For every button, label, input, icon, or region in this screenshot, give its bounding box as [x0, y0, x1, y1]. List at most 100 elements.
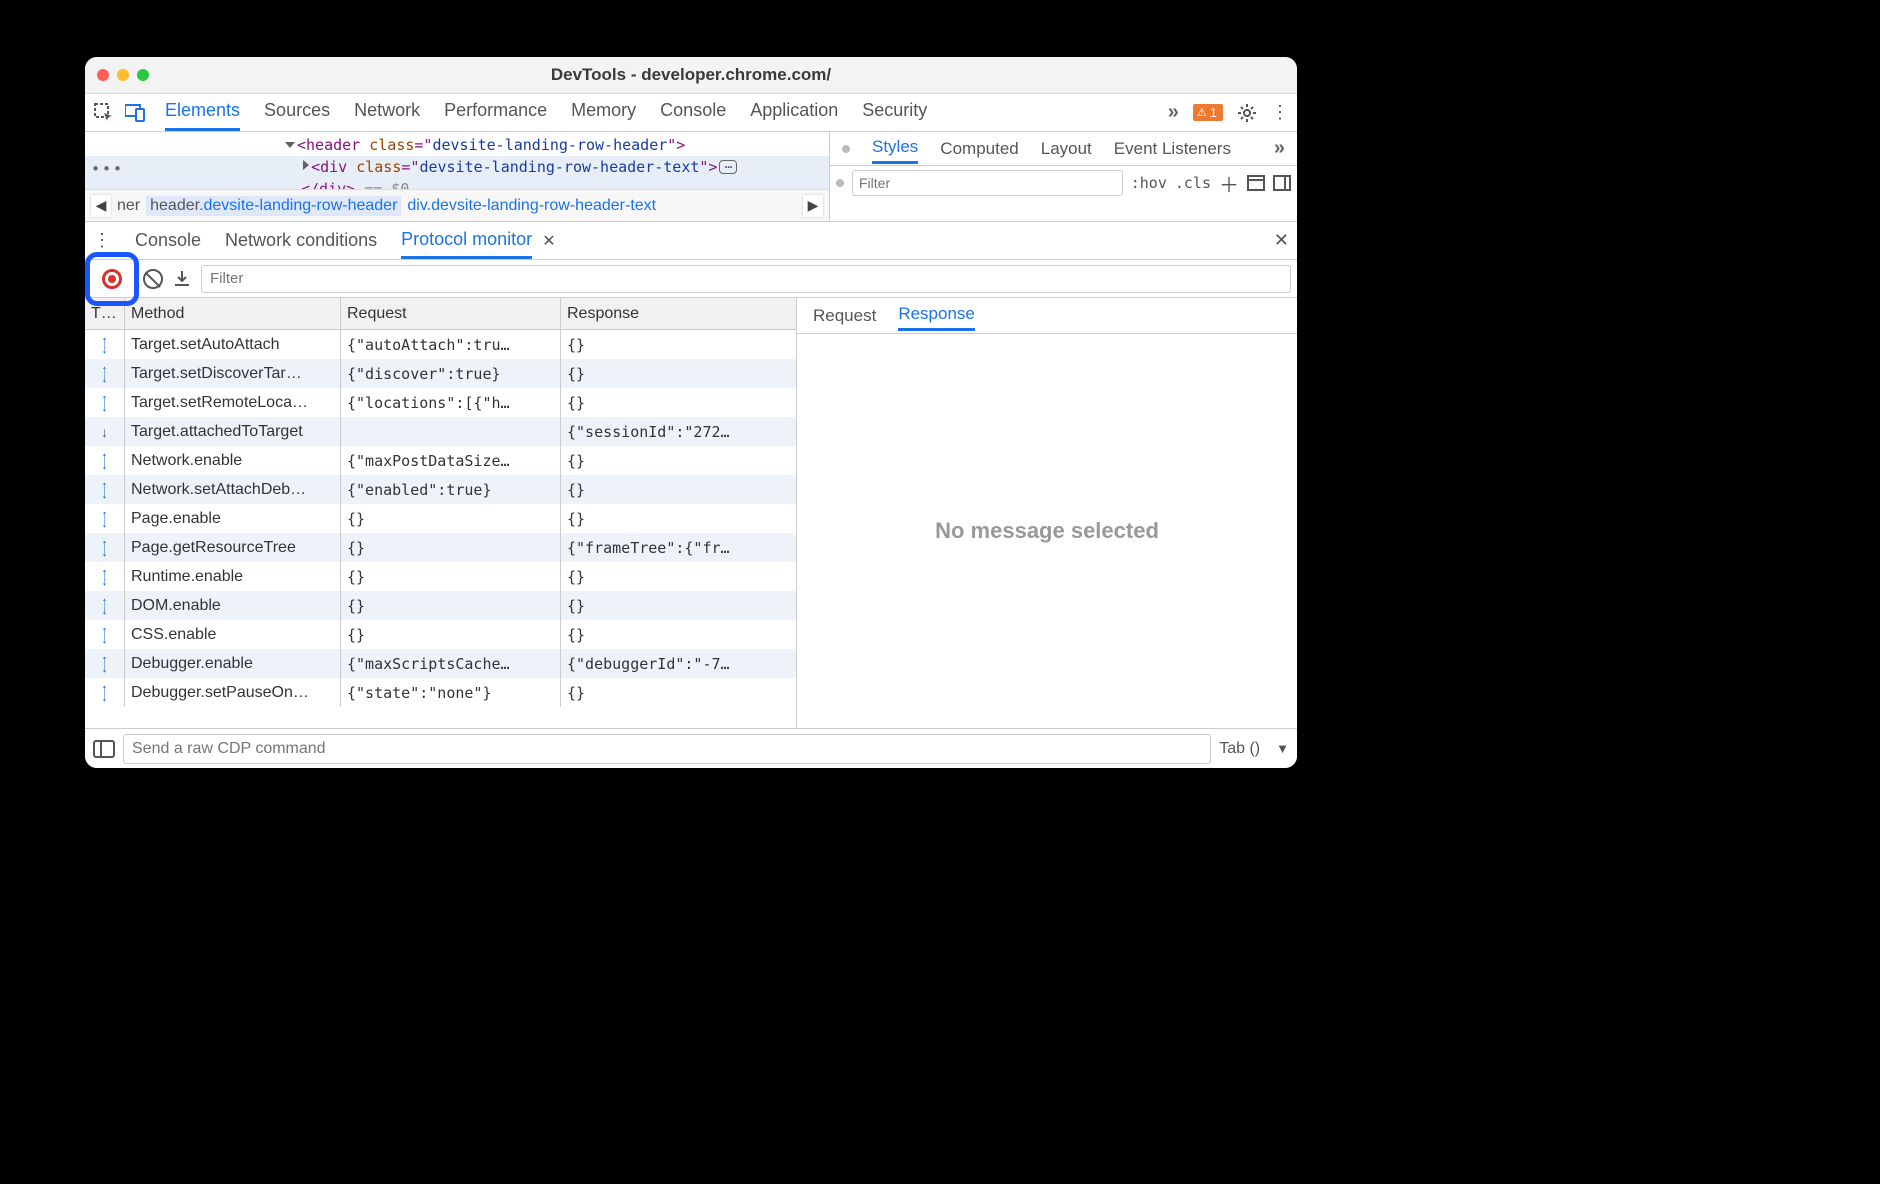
cdp-command-input[interactable]	[123, 734, 1211, 764]
elements-dom-tree[interactable]: <header class="devsite-landing-row-heade…	[85, 132, 829, 189]
table-row[interactable]: ↑↓Page.enable{}{}	[85, 504, 796, 533]
device-toolbar-icon[interactable]	[125, 102, 147, 124]
col-header-response[interactable]: Response	[561, 298, 796, 329]
row-response: {}	[561, 620, 796, 649]
row-response: {}	[561, 591, 796, 620]
record-button[interactable]	[102, 269, 122, 289]
hov-button[interactable]: :hov	[1131, 174, 1167, 192]
kebab-menu-icon[interactable]: ⋮	[1271, 102, 1289, 123]
row-request: {"state":"none"}	[341, 678, 561, 707]
breadcrumb-left-arrow[interactable]: ◀	[91, 195, 111, 217]
table-row[interactable]: ↑↓Page.getResourceTree{}{"frameTree":{"f…	[85, 533, 796, 562]
expand-icon[interactable]: ⋯	[719, 160, 737, 174]
tab-network[interactable]: Network	[354, 94, 420, 131]
table-row[interactable]: ↑↓CSS.enable{}{}	[85, 620, 796, 649]
row-request: {}	[341, 620, 561, 649]
elements-tree-pane: <header class="devsite-landing-row-heade…	[85, 132, 830, 221]
breadcrumb-fragment[interactable]: ner	[117, 197, 140, 215]
row-type-icon: ↑↓	[85, 533, 125, 562]
table-row[interactable]: ↑↓Debugger.enable{"maxScriptsCache…{"deb…	[85, 649, 796, 678]
styles-tabs: Styles Computed Layout Event Listeners »	[830, 132, 1297, 166]
overflow-icon[interactable]: »	[1274, 137, 1285, 160]
row-request: {"locations":[{"h…	[341, 388, 561, 417]
tab-elements[interactable]: Elements	[165, 94, 240, 131]
table-row[interactable]: ↓Target.attachedToTarget{"sessionId":"27…	[85, 417, 796, 446]
protocol-filter-input[interactable]	[201, 265, 1291, 293]
tab-security[interactable]: Security	[862, 94, 927, 131]
row-type-icon: ↑↓	[85, 504, 125, 533]
settings-icon[interactable]	[1237, 103, 1257, 123]
row-method: Page.enable	[125, 504, 341, 533]
dropdown-caret-icon[interactable]: ▼	[1276, 741, 1289, 756]
tab-sources[interactable]: Sources	[264, 94, 330, 131]
row-response: {"debuggerId":"-7…	[561, 649, 796, 678]
protocol-detail-pane: Request Response No message selected	[797, 298, 1297, 728]
clear-button[interactable]	[143, 269, 163, 289]
table-row[interactable]: ↑↓Debugger.setPauseOn…{"state":"none"}{}	[85, 678, 796, 707]
col-header-request[interactable]: Request	[341, 298, 561, 329]
row-type-icon: ↑↓	[85, 562, 125, 591]
table-row[interactable]: ↑↓Network.enable{"maxPostDataSize…{}	[85, 446, 796, 475]
row-request: {"discover":true}	[341, 359, 561, 388]
window-title: DevTools - developer.chrome.com/	[85, 65, 1297, 85]
row-method: Network.enable	[125, 446, 341, 475]
table-row[interactable]: ↑↓Runtime.enable{}{}	[85, 562, 796, 591]
breadcrumb-item-selected[interactable]: div.devsite-landing-row-header-text	[407, 197, 656, 215]
styles-tab-layout[interactable]: Layout	[1041, 135, 1092, 163]
zoom-window-button[interactable]	[137, 69, 149, 81]
table-row[interactable]: ↑↓Target.setAutoAttach{"autoAttach":tru……	[85, 330, 796, 359]
dom-attr-value: devsite-landing-row-header-text	[419, 158, 699, 176]
toggle-panel-icon[interactable]	[93, 740, 115, 758]
styles-filter-input[interactable]	[852, 170, 1123, 196]
new-style-rule-icon[interactable]: ＋	[1219, 169, 1239, 198]
row-request: {}	[341, 591, 561, 620]
table-body: ↑↓Target.setAutoAttach{"autoAttach":tru……	[85, 330, 796, 728]
row-request: {}	[341, 504, 561, 533]
drawer-menu-icon[interactable]: ⋮	[93, 230, 111, 251]
row-response: {"sessionId":"272…	[561, 417, 796, 446]
styles-tab-computed[interactable]: Computed	[940, 135, 1018, 163]
cmd-hint: Tab ()	[1219, 740, 1260, 758]
tab-console[interactable]: Console	[660, 94, 726, 131]
tab-performance[interactable]: Performance	[444, 94, 547, 131]
table-row[interactable]: ↑↓DOM.enable{}{}	[85, 591, 796, 620]
tab-application[interactable]: Application	[750, 94, 838, 131]
close-drawer-icon[interactable]: ✕	[1274, 230, 1289, 251]
row-method: Network.setAttachDeb…	[125, 475, 341, 504]
styles-tab-styles[interactable]: Styles	[872, 133, 918, 164]
top-toolbar: Elements Sources Network Performance Mem…	[85, 94, 1297, 132]
row-method: Page.getResourceTree	[125, 533, 341, 562]
table-row[interactable]: ↑↓Target.setDiscoverTar…{"discover":true…	[85, 359, 796, 388]
row-method: DOM.enable	[125, 591, 341, 620]
tab-memory[interactable]: Memory	[571, 94, 636, 131]
overflow-tabs-icon[interactable]: »	[1168, 101, 1179, 124]
drawer-tab-protocol-monitor[interactable]: Protocol monitor	[401, 223, 532, 259]
minimize-window-button[interactable]	[117, 69, 129, 81]
panel-tabs: Elements Sources Network Performance Mem…	[165, 94, 1158, 131]
protocol-toolbar	[85, 260, 1297, 298]
close-window-button[interactable]	[97, 69, 109, 81]
row-type-icon: ↑↓	[85, 620, 125, 649]
save-icon[interactable]	[173, 270, 191, 288]
detail-tab-response[interactable]: Response	[898, 300, 975, 331]
computed-styles-icon[interactable]	[1247, 175, 1265, 191]
row-request: {"autoAttach":tru…	[341, 330, 561, 359]
col-header-method[interactable]: Method	[125, 298, 341, 329]
cls-button[interactable]: .cls	[1175, 174, 1211, 192]
styles-tab-event-listeners[interactable]: Event Listeners	[1114, 135, 1231, 163]
row-response: {}	[561, 388, 796, 417]
table-row[interactable]: ↑↓Network.setAttachDeb…{"enabled":true}{…	[85, 475, 796, 504]
detail-tab-request[interactable]: Request	[813, 302, 876, 330]
drawer-tab-console[interactable]: Console	[135, 224, 201, 257]
table-row[interactable]: ↑↓Target.setRemoteLoca…{"locations":[{"h…	[85, 388, 796, 417]
breadcrumb: ◀ ner header.devsite-landing-row-header …	[85, 189, 829, 221]
breadcrumb-item[interactable]: header.devsite-landing-row-header	[146, 196, 401, 216]
close-tab-icon[interactable]: ✕	[542, 231, 555, 251]
toggle-sidebar-icon[interactable]	[1273, 175, 1291, 191]
inspect-element-icon[interactable]	[93, 102, 115, 124]
warnings-badge[interactable]: 1	[1193, 104, 1223, 121]
protocol-table: T… Method Request Response ↑↓Target.setA…	[85, 298, 797, 728]
drawer-tab-network-conditions[interactable]: Network conditions	[225, 224, 377, 257]
ellipsis-icon[interactable]: •••	[91, 158, 124, 180]
breadcrumb-right-arrow[interactable]: ▶	[803, 195, 823, 217]
